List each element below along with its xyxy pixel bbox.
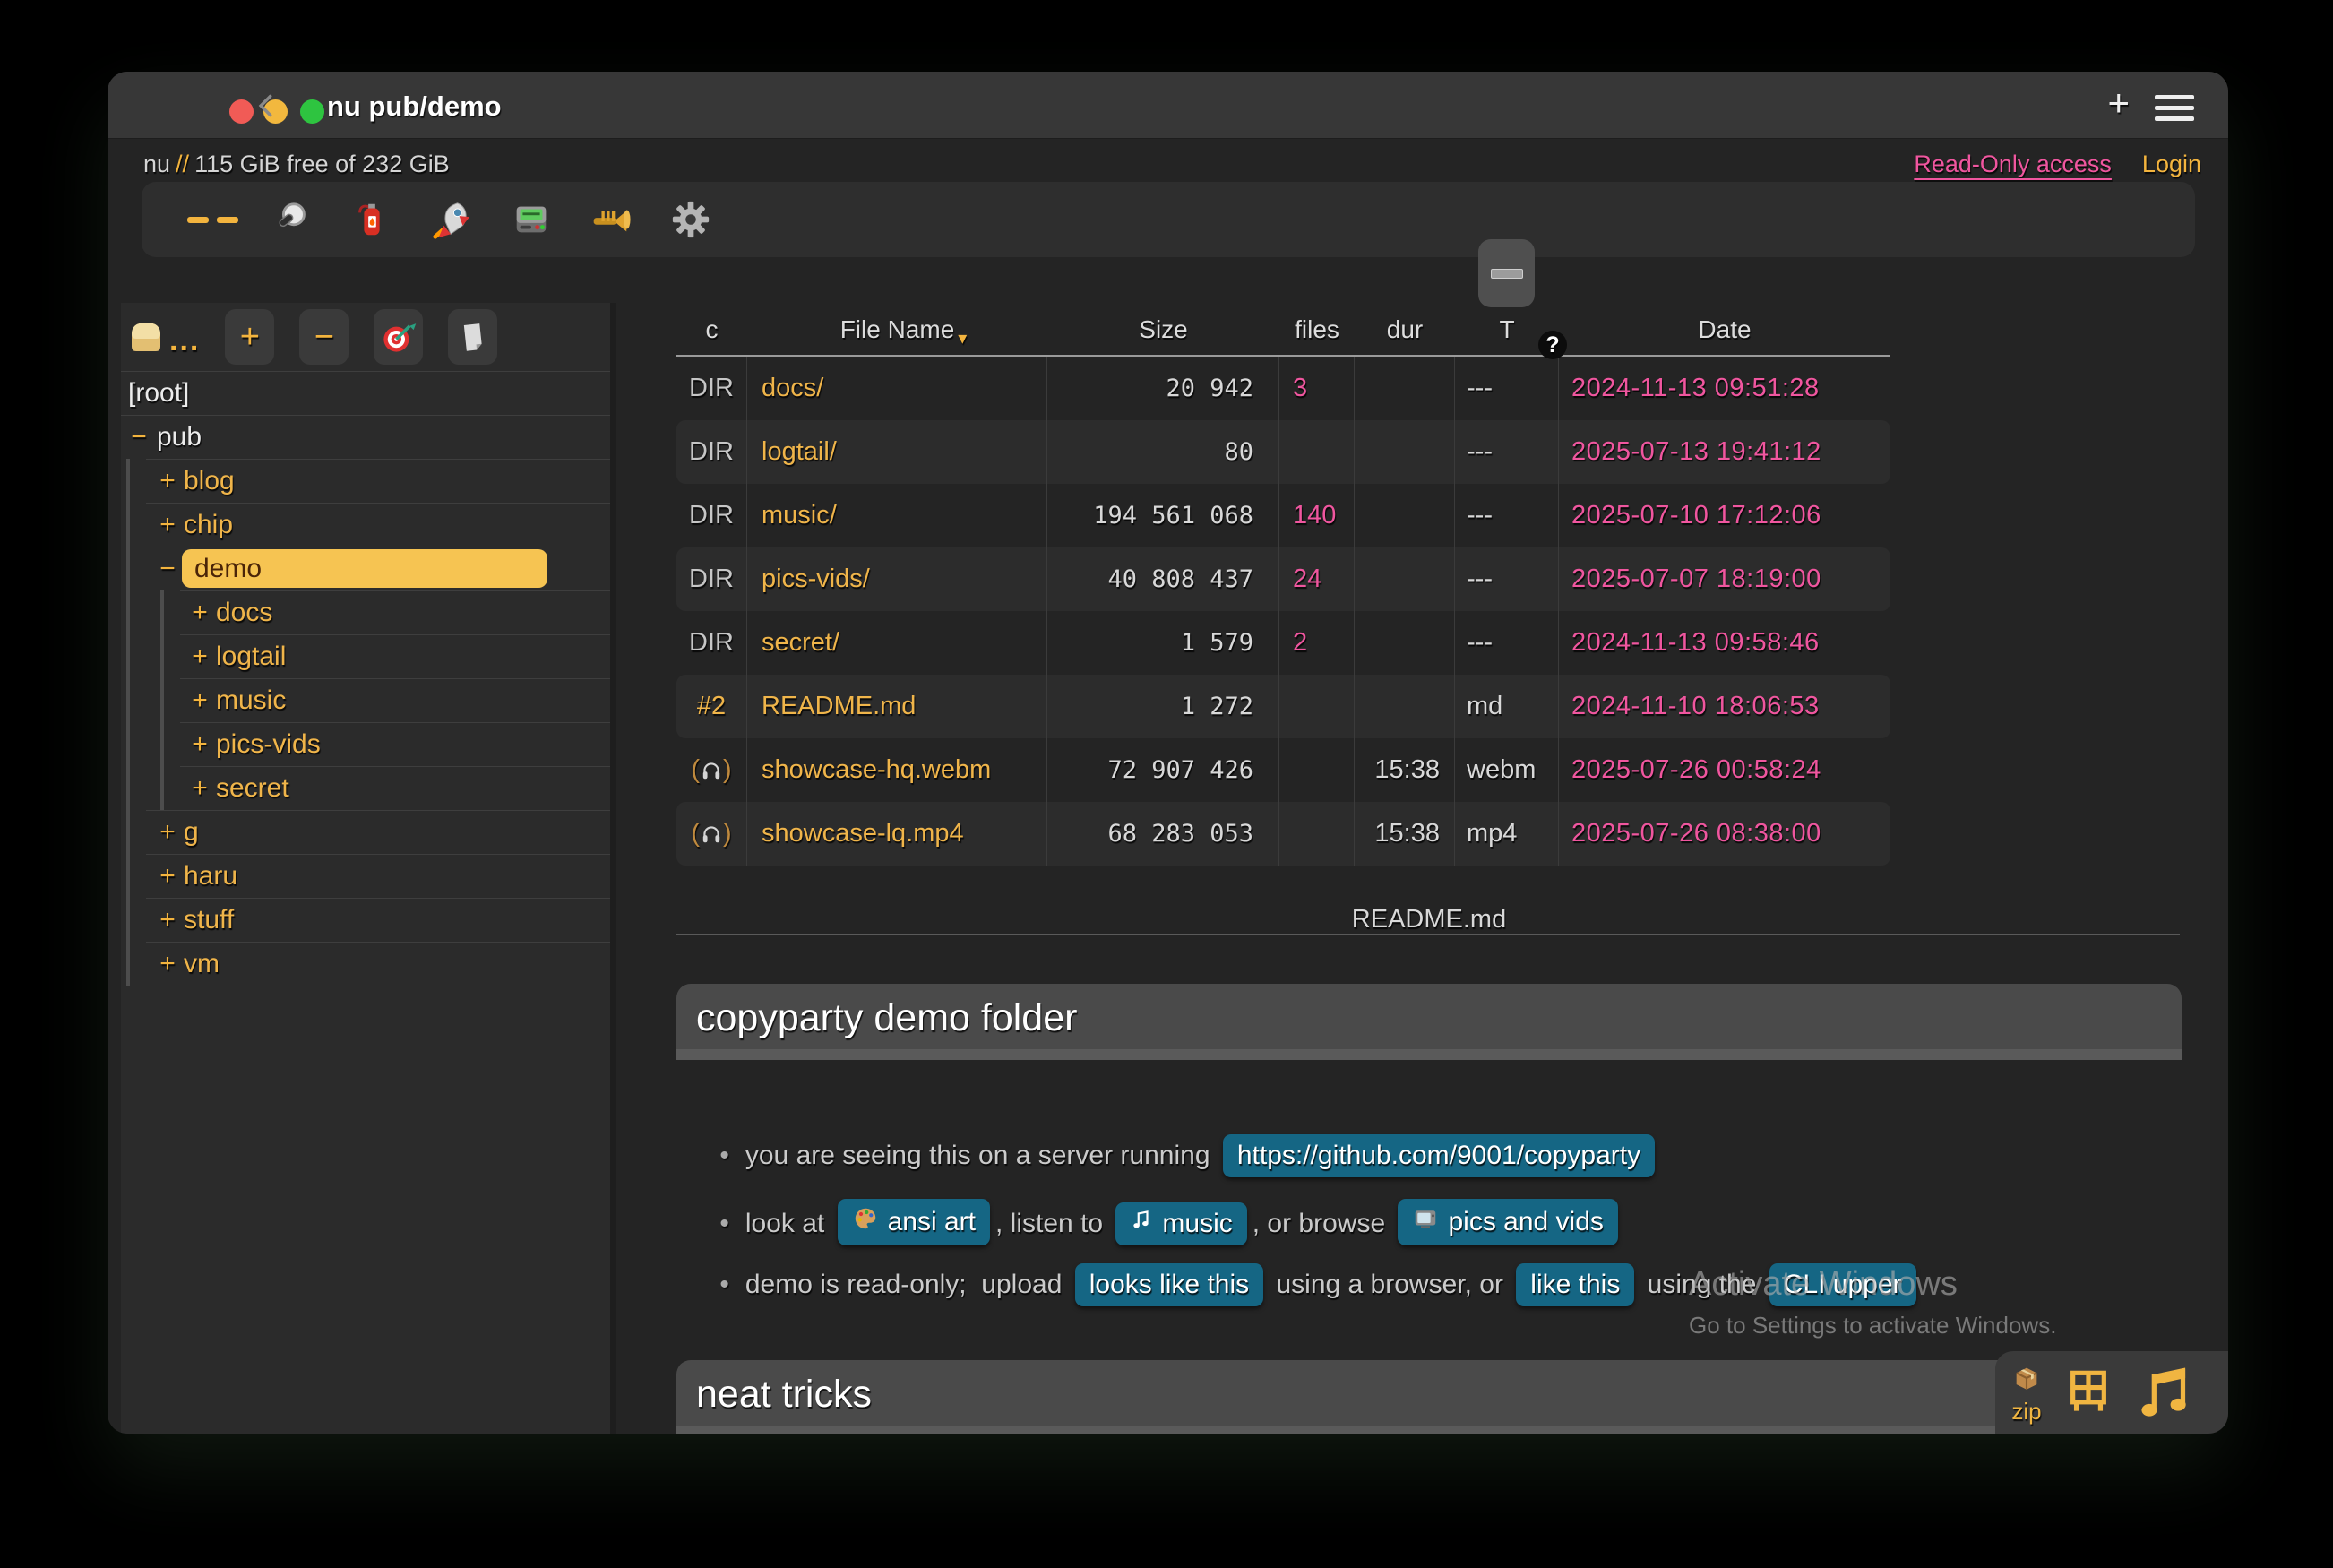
table-row[interactable]: () showcase-hq.webm 72 907 426 15:38 web… (676, 738, 1890, 802)
file-link[interactable]: README.md (747, 675, 1047, 738)
close-window-button[interactable] (229, 99, 254, 124)
tree-zoom-out-button[interactable]: − (299, 309, 349, 365)
browser-window: nu pub/demo + nu//115 GiB free of 232 Gi… (108, 72, 2228, 1434)
file-link[interactable]: pics-vids/ (747, 547, 1047, 611)
col-header-files[interactable]: files (1279, 315, 1355, 344)
col-header-date[interactable]: Date (1559, 315, 1890, 344)
file-link[interactable]: showcase-hq.webm (747, 738, 1047, 802)
zip-download-button[interactable]: zip (2011, 1363, 2042, 1423)
tree-item-chip[interactable]: +chip (121, 503, 610, 547)
help-badge[interactable]: ? (1538, 331, 1567, 359)
headphones-icon: () (676, 738, 747, 802)
back-chevron-icon[interactable] (254, 93, 279, 123)
file-link[interactable]: music/ (747, 484, 1047, 547)
window-grid-icon[interactable] (2065, 1366, 2112, 1418)
bullet-dot: • (719, 1141, 729, 1170)
file-table-header: c File Name▾ Size files dur T Date (676, 305, 1890, 357)
table-row[interactable]: #2 README.md 1 272 md 2024-11-10 18:06:5… (676, 675, 1890, 738)
col-header-dur[interactable]: dur (1355, 315, 1455, 344)
tree-item-demo-selected[interactable]: −demo (121, 547, 610, 590)
table-row[interactable]: () showcase-lq.mp4 68 283 053 15:38 mp4 … (676, 802, 1890, 866)
headphones-icon: () (676, 802, 747, 866)
upload-example-link[interactable]: looks like this (1075, 1263, 1263, 1306)
tree-item-haru[interactable]: +haru (121, 854, 610, 898)
bread-icon[interactable]: ... (125, 315, 200, 358)
breadcrumb-host[interactable]: nu (143, 151, 170, 177)
main-toolbar (142, 182, 2195, 257)
tree-zoom-in-button[interactable]: + (225, 309, 274, 365)
column-hide-button[interactable] (1478, 239, 1535, 307)
tree-item-blog[interactable]: +blog (121, 459, 610, 503)
tree-item-pics-vids[interactable]: +pics-vids (121, 722, 610, 766)
window-titlebar: nu pub/demo + (108, 72, 2228, 139)
file-link[interactable]: docs/ (747, 357, 1047, 420)
storage-free-text: 115 GiB free of 232 GiB (194, 151, 450, 177)
login-link[interactable]: Login (2142, 151, 2201, 177)
bottom-action-widget: zip (1995, 1351, 2228, 1434)
upload-like-this-link[interactable]: like this (1516, 1263, 1634, 1306)
tree-item-root[interactable]: [root] (121, 371, 610, 415)
selected-tree-item[interactable]: demo (182, 549, 547, 588)
trumpet-icon[interactable] (590, 199, 632, 240)
tree-item-g[interactable]: +g (121, 810, 610, 854)
page-title: nu pub/demo (327, 90, 502, 123)
file-link[interactable]: logtail/ (747, 420, 1047, 484)
beamed-note-icon[interactable] (2135, 1359, 2194, 1426)
gear-icon[interactable] (670, 199, 711, 240)
tree-item-pub[interactable]: −pub (121, 415, 610, 459)
document-icon[interactable] (448, 309, 497, 365)
rocket-icon[interactable] (431, 199, 472, 240)
readme-heading-1: copyparty demo folder (676, 984, 2182, 1049)
tree-sidebar: ... + − [root] −pub +blog +chip −demo +d… (121, 303, 616, 1434)
pager-icon[interactable] (511, 199, 552, 240)
double-dash-icon[interactable] (192, 199, 233, 240)
file-table: c File Name▾ Size files dur T Date DIR d… (676, 305, 1890, 866)
fire-extinguisher-icon[interactable] (351, 199, 392, 240)
readme-heading-2: neat tricks (676, 1360, 2182, 1426)
col-header-c[interactable]: c (676, 315, 747, 344)
sort-asc-icon: ▾ (958, 327, 967, 349)
tree-item-stuff[interactable]: +stuff (121, 898, 610, 942)
tree-item-vm[interactable]: +vm (121, 942, 610, 986)
tree-item-docs[interactable]: +docs (121, 590, 610, 634)
table-row[interactable]: DIR music/ 194 561 068 140 --- 2025-07-1… (676, 484, 1890, 547)
tree-item-secret[interactable]: +secret (121, 766, 610, 810)
magnifier-icon[interactable] (271, 199, 313, 240)
table-row[interactable]: DIR pics-vids/ 40 808 437 24 --- 2025-07… (676, 547, 1890, 611)
new-tab-button[interactable]: + (2107, 84, 2130, 122)
tree-toolbar: ... + − (121, 303, 610, 371)
tree-item-music[interactable]: +music (121, 678, 610, 722)
bullet-dot: • (719, 1270, 729, 1299)
file-link[interactable]: showcase-lq.mp4 (747, 802, 1047, 866)
file-link[interactable]: secret/ (747, 611, 1047, 675)
doc-title: README.md (676, 905, 2182, 935)
access-level-link[interactable]: Read-Only access (1914, 151, 2112, 177)
target-icon[interactable] (374, 309, 423, 365)
maximize-window-button[interactable] (300, 99, 324, 124)
tree-dots-label: ... (169, 323, 200, 358)
zip-label: zip (2011, 1400, 2042, 1423)
hamburger-menu-icon[interactable] (2155, 95, 2194, 121)
breadcrumb-separator: // (170, 151, 194, 177)
activate-windows-watermark: Activate Windows (1689, 1265, 1958, 1304)
tree-item-logtail[interactable]: +logtail (121, 634, 610, 678)
table-row[interactable]: DIR logtail/ 80 --- 2025-07-13 19:41:12 (676, 420, 1890, 484)
table-row[interactable]: DIR docs/ 20 942 3 --- 2024-11-13 09:51:… (676, 357, 1890, 420)
doc-divider (676, 934, 2180, 935)
package-icon (2011, 1382, 2042, 1397)
table-row[interactable]: DIR secret/ 1 579 2 --- 2024-11-13 09:58… (676, 611, 1890, 675)
col-header-filename[interactable]: File Name▾ (747, 315, 1047, 344)
activate-windows-watermark-subtext: Go to Settings to activate Windows. (1689, 1312, 2056, 1340)
col-header-size[interactable]: Size (1047, 315, 1279, 344)
